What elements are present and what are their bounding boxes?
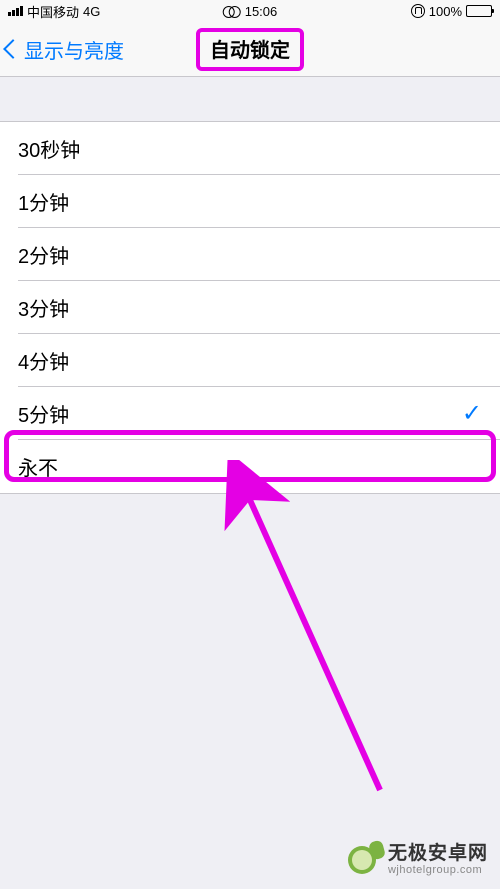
hotspot-icon (223, 6, 241, 16)
option-1min[interactable]: 1分钟 (0, 175, 500, 228)
signal-icon (8, 6, 23, 16)
option-label: 1分钟 (18, 187, 69, 216)
option-label: 2分钟 (18, 240, 69, 269)
options-list: 30秒钟 1分钟 2分钟 3分钟 4分钟 5分钟 ✓ 永不 (0, 121, 500, 494)
watermark-title: 无极安卓网 (388, 844, 488, 865)
option-never[interactable]: 永不 (0, 440, 500, 493)
checkmark-icon: ✓ (462, 399, 482, 428)
battery-icon (466, 5, 492, 17)
battery-percent-label: 100% (429, 4, 462, 19)
option-5min[interactable]: 5分钟 ✓ (0, 387, 500, 440)
back-label: 显示与亮度 (24, 35, 124, 64)
navigation-bar: 显示与亮度 自动锁定 (0, 22, 500, 77)
option-30s[interactable]: 30秒钟 (0, 122, 500, 175)
watermark-logo-icon (348, 843, 382, 877)
back-button[interactable]: 显示与亮度 (0, 35, 124, 64)
watermark: 无极安卓网 wjhotelgroup.com (348, 843, 488, 877)
clock-label: 15:06 (245, 4, 278, 19)
annotation-arrow (180, 460, 400, 800)
option-3min[interactable]: 3分钟 (0, 281, 500, 334)
option-label: 永不 (18, 452, 58, 481)
option-label: 5分钟 (18, 399, 69, 428)
chevron-left-icon (3, 39, 23, 59)
network-label: 4G (83, 4, 100, 19)
watermark-url: wjhotelgroup.com (388, 864, 488, 876)
option-2min[interactable]: 2分钟 (0, 228, 500, 281)
page-title: 自动锁定 (196, 28, 304, 71)
option-4min[interactable]: 4分钟 (0, 334, 500, 387)
status-left: 中国移动 4G (8, 2, 100, 21)
carrier-label: 中国移动 (27, 2, 79, 21)
rotation-lock-icon (411, 4, 425, 18)
option-label: 30秒钟 (18, 134, 80, 163)
option-label: 3分钟 (18, 293, 69, 322)
status-center: 15:06 (223, 4, 278, 19)
status-bar: 中国移动 4G 15:06 100% (0, 0, 500, 22)
option-label: 4分钟 (18, 346, 69, 375)
status-right: 100% (411, 4, 492, 19)
